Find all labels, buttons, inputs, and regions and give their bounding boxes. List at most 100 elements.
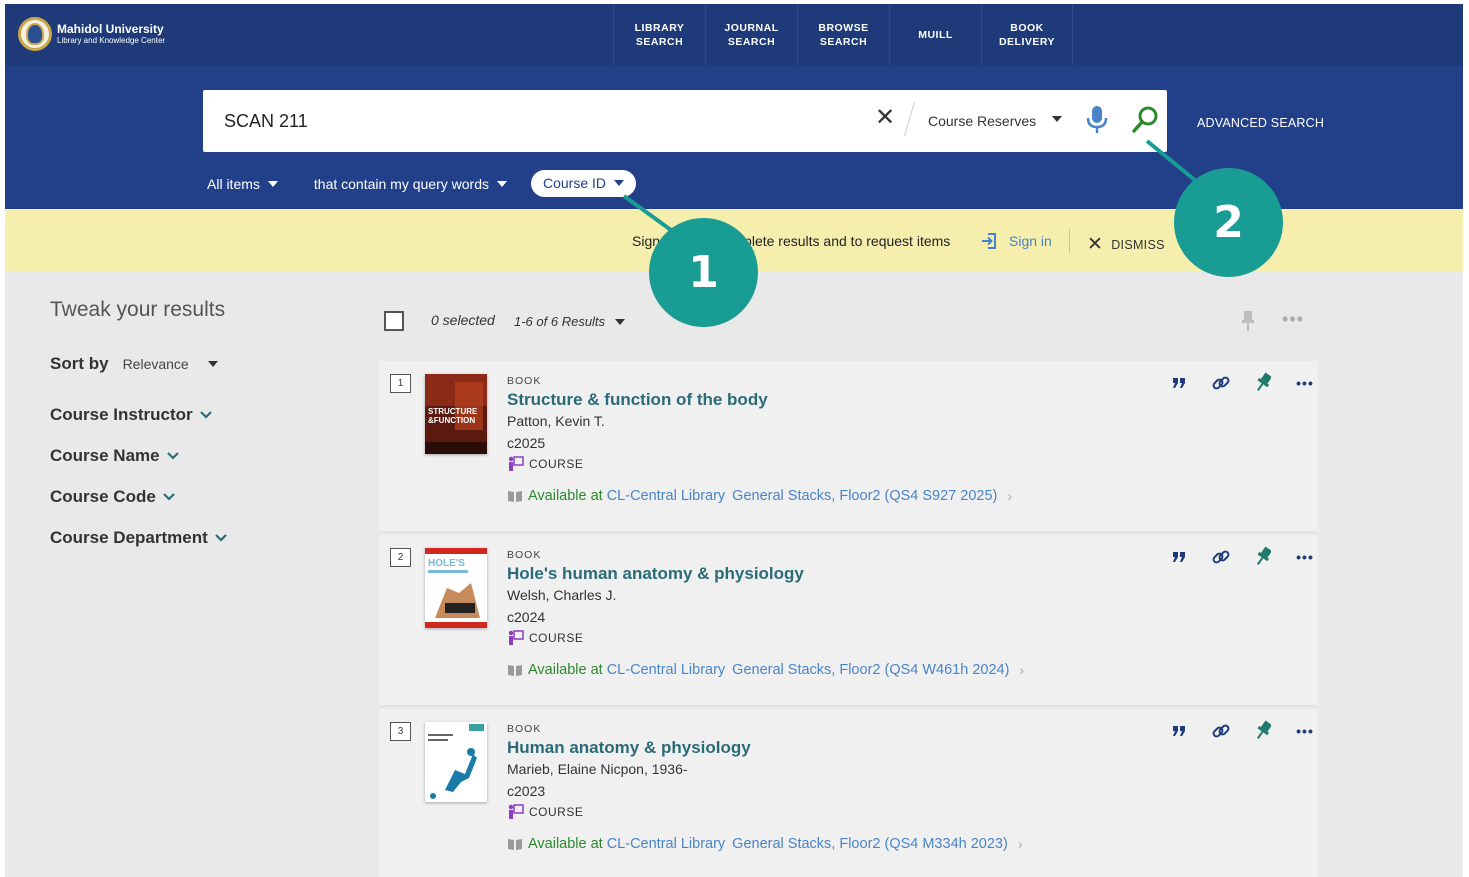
- chevron-right-icon: ›: [1019, 662, 1025, 678]
- facet-course-instructor[interactable]: Course Instructor: [50, 405, 213, 425]
- nav-library-search[interactable]: LIBRARY SEARCH: [613, 4, 705, 66]
- result-actions: •••: [1158, 720, 1326, 742]
- caret-down-icon: [615, 318, 626, 325]
- nav-book-delivery[interactable]: BOOK DELIVERY: [981, 4, 1073, 66]
- sidebar-title: Tweak your results: [50, 298, 226, 321]
- material-type: BOOK: [507, 375, 542, 387]
- course-badge: COURSE: [507, 630, 583, 646]
- citation-icon[interactable]: [1158, 372, 1200, 394]
- nav-muill[interactable]: MUILL: [889, 4, 981, 66]
- availability-link[interactable]: Available at CL-Central Library General …: [507, 662, 1024, 678]
- pin-icon[interactable]: [1240, 309, 1256, 338]
- more-options-icon[interactable]: •••: [1284, 372, 1326, 394]
- result-author: Welsh, Charles J.: [507, 587, 617, 603]
- search-scope-select[interactable]: Course Reserves: [928, 113, 1036, 129]
- search-divider: [904, 102, 915, 136]
- result-title[interactable]: Human anatomy & physiology: [507, 738, 751, 758]
- logo-title: Mahidol University: [57, 22, 164, 36]
- sign-in-link[interactable]: Sign in: [980, 231, 1052, 251]
- chevron-down-icon: [199, 411, 212, 419]
- sort-by[interactable]: Sort by Relevance: [50, 354, 218, 374]
- course-icon: [508, 804, 524, 819]
- more-options-icon[interactable]: •••: [1284, 546, 1326, 568]
- availability-link[interactable]: Available at CL-Central Library General …: [507, 836, 1022, 852]
- selected-count: 0 selected: [431, 312, 495, 328]
- citation-icon[interactable]: [1158, 720, 1200, 742]
- dismiss-button[interactable]: ✕ DISMISS: [1087, 233, 1165, 256]
- facet-course-department[interactable]: Course Department: [50, 528, 228, 548]
- material-type: BOOK: [507, 549, 542, 561]
- nav-browse-search[interactable]: BROWSE SEARCH: [797, 4, 889, 66]
- permalink-icon[interactable]: [1200, 546, 1242, 568]
- search-box[interactable]: SCAN 211 ✕ Course Reserves: [203, 90, 1167, 152]
- svg-text:STRUCTURE: STRUCTURE: [428, 407, 478, 416]
- caret-down-icon: [614, 180, 625, 186]
- pin-icon[interactable]: [1242, 372, 1284, 394]
- caret-down-icon: [267, 180, 278, 187]
- top-bar: Mahidol University Library and Knowledge…: [5, 4, 1463, 66]
- book-cover[interactable]: [425, 722, 487, 802]
- close-icon: ✕: [1087, 234, 1104, 255]
- more-options-icon[interactable]: •••: [1284, 720, 1326, 742]
- university-logo[interactable]: Mahidol University Library and Knowledge…: [18, 17, 165, 51]
- availability-link[interactable]: Available at CL-Central Library General …: [507, 488, 1012, 504]
- callout-2: 2: [1174, 168, 1283, 277]
- chevron-down-icon: [163, 493, 175, 501]
- result-year: c2023: [507, 783, 546, 799]
- results-count-dropdown[interactable]: 1-6 of 6 Results: [514, 314, 626, 329]
- result-year: c2024: [507, 609, 546, 625]
- book-cover[interactable]: STRUCTURE &FUNCTION: [425, 374, 487, 454]
- microphone-icon[interactable]: [1086, 105, 1108, 140]
- scope-caret-icon[interactable]: [1052, 116, 1062, 122]
- app-frame: Mahidol University Library and Knowledge…: [5, 4, 1463, 877]
- facet-course-name[interactable]: Course Name: [50, 446, 180, 466]
- course-badge: COURSE: [507, 456, 583, 472]
- svg-text:HOLE'S: HOLE'S: [428, 558, 465, 569]
- items-filter-dropdown[interactable]: All items: [207, 176, 278, 192]
- facet-course-code[interactable]: Course Code: [50, 487, 176, 507]
- caret-down-icon[interactable]: [207, 361, 218, 367]
- pin-icon[interactable]: [1242, 720, 1284, 742]
- field-filter-dropdown[interactable]: Course ID: [531, 170, 637, 197]
- notice-divider: [1069, 229, 1070, 253]
- main-nav: LIBRARY SEARCH JOURNAL SEARCH BROWSE SEARCH…: [613, 4, 1073, 66]
- book-cover[interactable]: HOLE'S: [425, 548, 487, 628]
- result-actions: •••: [1158, 372, 1326, 394]
- book-icon: [508, 491, 522, 502]
- result-item[interactable]: 2 HOLE'S BOOK Hole's human anatomy & phy…: [379, 535, 1318, 707]
- sort-value[interactable]: Relevance: [123, 356, 189, 372]
- university-seal-icon: [18, 17, 52, 51]
- logo-subtitle: Library and Knowledge Center: [57, 36, 166, 45]
- select-all-checkbox[interactable]: [384, 311, 404, 331]
- permalink-icon[interactable]: [1200, 372, 1242, 394]
- more-options-icon[interactable]: •••: [1282, 309, 1304, 330]
- result-year: c2025: [507, 435, 546, 451]
- sign-in-icon: [982, 233, 996, 249]
- chevron-right-icon: ›: [1017, 836, 1023, 852]
- permalink-icon[interactable]: [1200, 720, 1242, 742]
- chevron-down-icon: [214, 534, 227, 542]
- result-title[interactable]: Structure & function of the body: [507, 390, 768, 410]
- result-title[interactable]: Hole's human anatomy & physiology: [507, 564, 804, 584]
- citation-icon[interactable]: [1158, 546, 1200, 568]
- course-icon: [508, 630, 524, 645]
- nav-journal-search[interactable]: JOURNAL SEARCH: [705, 4, 797, 66]
- clear-search-icon[interactable]: ✕: [875, 106, 895, 130]
- course-badge: COURSE: [507, 804, 583, 820]
- book-icon: [508, 665, 522, 676]
- result-number: 3: [390, 722, 411, 741]
- advanced-search-link[interactable]: ADVANCED SEARCH: [1197, 116, 1324, 130]
- result-number: 2: [390, 548, 411, 567]
- result-actions: •••: [1158, 546, 1326, 568]
- result-item[interactable]: 1 STRUCTURE &FUNCTION BOOK Structure & fu…: [379, 361, 1318, 533]
- result-item[interactable]: 3 BOOK Human anatomy & physiology Marieb…: [379, 709, 1318, 877]
- callout-1: 1: [649, 218, 758, 327]
- match-filter-dropdown[interactable]: that contain my query words: [314, 176, 507, 192]
- pin-icon[interactable]: [1242, 546, 1284, 568]
- search-icon[interactable]: [1130, 105, 1160, 140]
- caret-down-icon: [497, 180, 507, 187]
- search-filters: All items that contain my query words Co…: [207, 170, 637, 197]
- svg-text:&FUNCTION: &FUNCTION: [428, 416, 475, 425]
- search-input[interactable]: SCAN 211: [224, 111, 308, 132]
- chevron-right-icon: ›: [1007, 488, 1013, 504]
